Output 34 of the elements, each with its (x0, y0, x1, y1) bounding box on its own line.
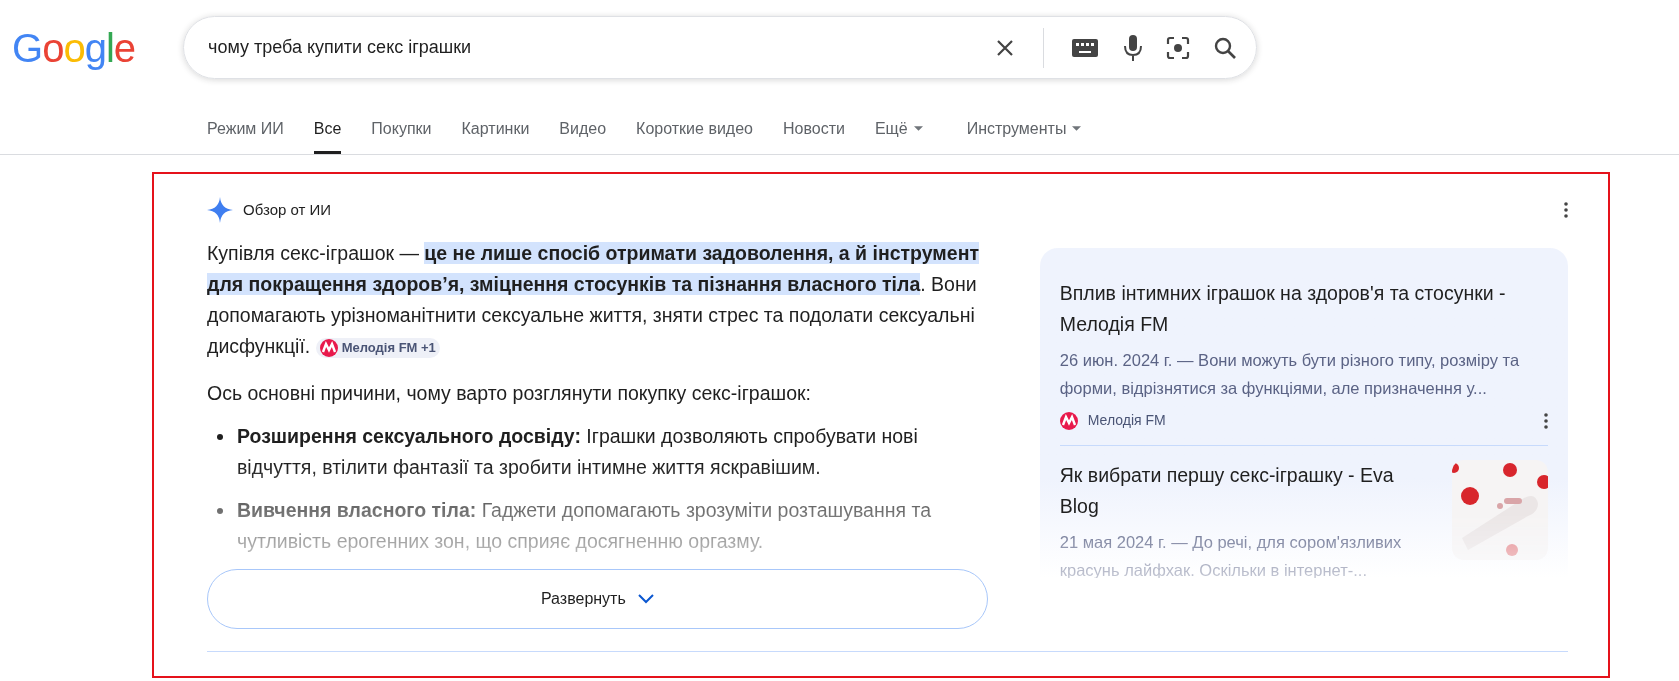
bullet-text: Вивчення власного тіла: Гаджети допомагають зрозуміти розташування та чутливість ерогенних зон, що сприяє досягненню оргазму. (237, 498, 932, 554)
menu-tab[interactable]: Ещё (874, 106, 923, 154)
search-tab[interactable]: Покупки (371, 106, 432, 154)
google-logo[interactable]: Google (0, 17, 183, 78)
search-tab[interactable]: Картинки (461, 106, 530, 154)
keyboard-icon[interactable] (1072, 38, 1098, 57)
menu-tab[interactable]: Инструменты (966, 106, 1082, 154)
source-title-link[interactable]: Як вибрати першу секс-іграшку - Eva Blog (1059, 460, 1438, 522)
source-snippet: 26 июн. 2024 г. — Вони можуть бути різного типу, розміру та форми, відрізнятися за функціями, але призначення у... (1059, 350, 1521, 399)
caret-icon (913, 126, 923, 131)
close-icon[interactable] (995, 37, 1015, 58)
search-icon[interactable] (1214, 36, 1236, 59)
search-tab[interactable]: Видео (559, 106, 607, 154)
microphone-icon[interactable] (1124, 34, 1142, 61)
search-tab[interactable]: Режим ИИ (207, 106, 284, 154)
source-site-name: Мелодія FM (1087, 411, 1166, 430)
sparkle-icon (207, 197, 233, 223)
bullet-text: Розширення сексуального досвіду: Іграшки дозволяють спробувати нові відчуття, втілити фантазії та зробити інтимне життя яскравішим. (237, 424, 919, 480)
lead-text: Ось основні причини, чому варто розглянути покупку секс-іграшок: (207, 381, 812, 406)
more-options-icon[interactable] (1544, 412, 1548, 429)
camera-icon[interactable] (1166, 35, 1190, 60)
caret-icon (1072, 126, 1082, 131)
search-input[interactable]: чому треба купити секс іграшки (208, 34, 981, 61)
answer-paragraph: Купівля секс-іграшок — це не лише спосіб отримати задоволення, а й інструмент для покращення здоров’я, зміцнення стосунків та пізнання власного тіла. Вони допомагають урізноманітнити сексуальне життя, зняти стрес та подолати сексуальні дисфункції. Мелодія FM +1 (207, 241, 980, 360)
source-chip-link[interactable]: Мелодія FM +1 (315, 337, 440, 358)
search-tab[interactable]: Все (313, 106, 342, 154)
site-logo-icon (1059, 411, 1078, 430)
overview-title: Обзор от ИИ (243, 199, 332, 220)
chevron-down-icon (637, 594, 654, 604)
source-title-link[interactable]: Вплив інтимних іграшок на здоров'я та стосунки - Мелодія FM (1059, 278, 1548, 340)
search-tab[interactable]: Короткие видео (636, 106, 753, 154)
site-logo-icon (319, 338, 338, 357)
more-options-icon[interactable] (1564, 202, 1568, 218)
search-tab[interactable]: Новости (782, 106, 845, 154)
